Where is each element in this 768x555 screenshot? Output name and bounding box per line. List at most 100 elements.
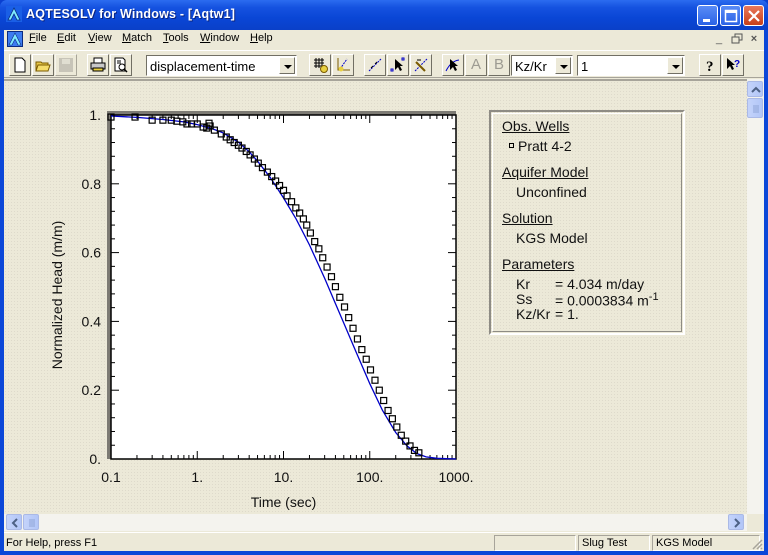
a-button[interactable]: A — [465, 54, 487, 76]
maximize-button[interactable] — [720, 5, 741, 26]
mdi-minimize-button[interactable]: _ — [711, 32, 727, 46]
legend-box: Obs. Wells Pratt 4-2 Aquifer Model Uncon… — [489, 110, 685, 335]
vertical-scroll-thumb[interactable] — [747, 98, 763, 118]
app-window: AQTESOLV for Windows - [Aqtw1] File Edit… — [0, 0, 768, 555]
context-help-button[interactable]: ? — [722, 54, 744, 76]
y-tick-label: 0. — [89, 451, 101, 467]
legend-solution: KGS Model — [516, 230, 588, 246]
menu-tools[interactable]: Tools — [163, 32, 189, 44]
menu-view[interactable]: View — [88, 32, 112, 44]
menu-window-rest: indow — [210, 32, 240, 44]
horizontal-scrollbar[interactable] — [4, 514, 747, 531]
open-folder-icon — [35, 61, 51, 72]
menu-bar: File Edit View Match Tools Window Help _… — [4, 30, 764, 49]
param-kzkr-name: Kz/Kr — [516, 306, 551, 322]
client-area: File Edit View Match Tools Window Help _… — [4, 30, 764, 551]
status-pane-empty — [494, 535, 576, 551]
menu-edit[interactable]: Edit — [57, 32, 76, 44]
chevron-down-icon[interactable] — [667, 57, 683, 74]
pointer-line-icon — [414, 58, 428, 72]
menu-match-rest: atch — [131, 32, 152, 44]
scroll-right-button[interactable] — [728, 514, 744, 530]
legend-obs-well-item: Pratt 4-2 — [509, 138, 572, 154]
pointer-curve-button[interactable] — [442, 54, 464, 76]
b-button[interactable]: B — [488, 54, 510, 76]
status-help-text: For Help, press F1 — [6, 537, 98, 549]
parameter-value-select[interactable]: 1 — [577, 55, 685, 76]
line-fit-button[interactable] — [364, 54, 386, 76]
print-preview-button[interactable] — [110, 54, 132, 76]
svg-text:?: ? — [734, 59, 740, 70]
plot-area — [110, 114, 457, 460]
pointer-match-icon — [390, 57, 405, 72]
chevron-down-icon[interactable] — [555, 57, 571, 74]
plot-type-select[interactable]: displacement-time — [146, 55, 297, 76]
legend-parameters-heading: Parameters — [502, 256, 575, 272]
mdi-close-button[interactable]: × — [746, 32, 762, 46]
chevron-down-icon[interactable] — [279, 57, 295, 74]
help-icon: ? — [706, 59, 714, 73]
svg-text:?: ? — [706, 59, 714, 73]
param-kr-name: Kr — [516, 276, 530, 292]
resize-grip-icon[interactable] — [751, 538, 763, 550]
context-help-icon: ? — [727, 58, 740, 70]
pointer-match-button[interactable] — [387, 54, 409, 76]
x-tick-label: 100. — [356, 469, 383, 485]
title-bar[interactable]: AQTESOLV for Windows - [Aqtw1] — [0, 0, 768, 30]
menu-tools-rest: ools — [168, 32, 189, 44]
x-tick-label: 10. — [274, 469, 293, 485]
menu-view-rest: iew — [95, 32, 112, 44]
status-test-type: Slug Test — [582, 537, 628, 549]
minimize-button[interactable] — [697, 5, 718, 26]
param-ss-exponent: -1 — [648, 291, 659, 303]
pointer-line-button[interactable] — [410, 54, 432, 76]
x-tick-label: 1. — [191, 469, 203, 485]
new-file-icon — [14, 57, 26, 73]
y-tick-label: 0.6 — [82, 245, 102, 261]
aqtesolv-app-icon — [6, 6, 22, 22]
y-tick-label: 0.4 — [82, 313, 102, 329]
open-button[interactable] — [32, 54, 54, 76]
scroll-left-button[interactable] — [6, 514, 22, 530]
legend-solution-heading: Solution — [502, 210, 553, 226]
new-button[interactable] — [9, 54, 31, 76]
line-fit-icon — [368, 58, 382, 72]
print-button[interactable] — [87, 54, 109, 76]
chevron-up-icon — [751, 86, 761, 93]
chevron-right-icon — [734, 518, 741, 528]
horizontal-scroll-thumb[interactable] — [23, 514, 39, 530]
status-bar: For Help, press F1 Slug Test KGS Model — [4, 532, 764, 551]
save-button[interactable] — [55, 54, 77, 76]
close-button[interactable] — [743, 5, 764, 26]
y-axis-label: Normalized Head (m/m) — [49, 221, 65, 370]
menu-help[interactable]: Help — [250, 32, 273, 44]
document-icon[interactable] — [7, 31, 23, 47]
grid-button[interactable] — [309, 54, 331, 76]
match-button[interactable] — [332, 54, 354, 76]
chevron-left-icon — [11, 518, 18, 528]
parameter-select[interactable]: Kz/Kr — [511, 55, 573, 76]
status-solution: KGS Model — [656, 537, 713, 549]
print-icon — [90, 57, 106, 72]
x-axis-label: Time (sec) — [251, 494, 317, 510]
save-icon — [59, 58, 73, 72]
menu-match[interactable]: Match — [122, 32, 152, 44]
toolbar: displacement-time A B Kz/Kr 1 ? ? — [4, 50, 764, 78]
menu-file-rest: ile — [35, 32, 47, 44]
param-ss-name: Ss — [516, 291, 533, 307]
grip-icon — [29, 519, 35, 527]
help-button[interactable]: ? — [699, 54, 721, 76]
menu-window[interactable]: Window — [200, 32, 239, 44]
vertical-scrollbar[interactable] — [747, 79, 764, 514]
menu-edit-rest: dit — [64, 32, 76, 44]
pointer-curve-icon — [445, 59, 460, 72]
mdi-restore-button[interactable] — [729, 32, 745, 46]
legend-aquifer-model-heading: Aquifer Model — [502, 164, 589, 180]
print-preview-icon — [114, 57, 128, 73]
menu-help-rest: elp — [257, 32, 273, 44]
y-tick-label: 1. — [89, 107, 101, 123]
status-pane-solution: KGS Model — [652, 535, 760, 551]
param-kr-value: = 4.034 m/day — [555, 276, 645, 292]
scroll-up-button[interactable] — [747, 81, 763, 97]
menu-file[interactable]: File — [29, 32, 47, 44]
